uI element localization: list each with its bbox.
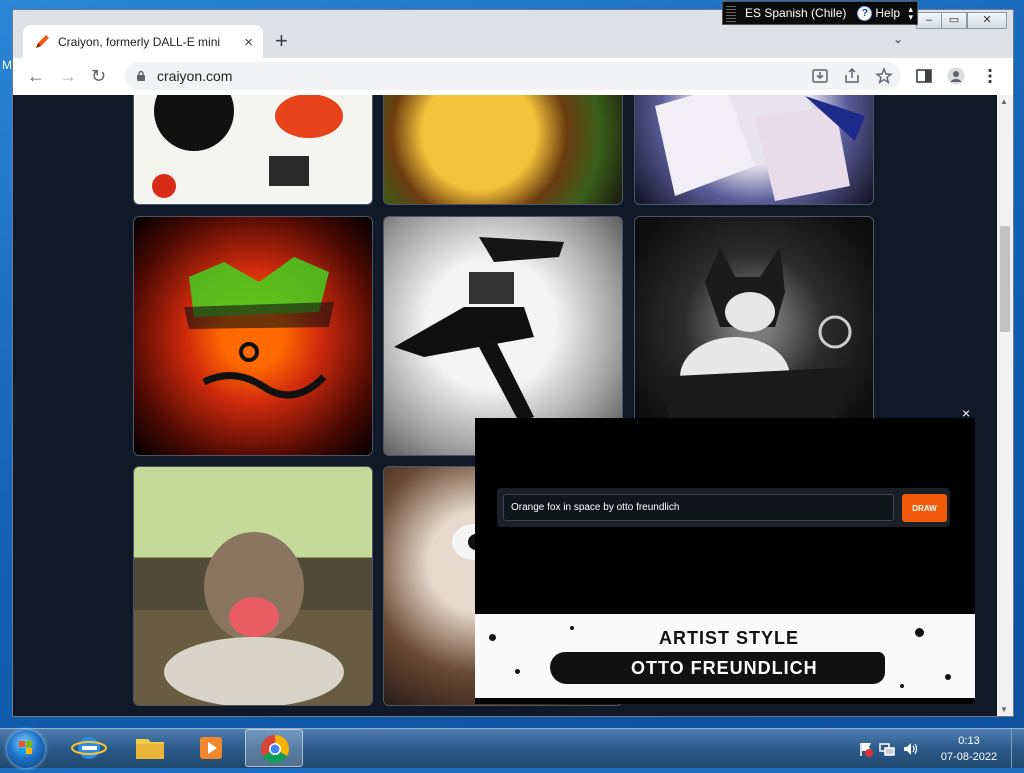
language-bar-grip[interactable] bbox=[726, 4, 736, 22]
page-scrollbar[interactable]: ▲ ▼ bbox=[997, 95, 1013, 716]
taskbar-internet-explorer[interactable] bbox=[60, 729, 118, 767]
system-tray bbox=[858, 740, 920, 763]
start-button[interactable] bbox=[7, 730, 45, 768]
tab-craiyon[interactable]: Craiyon, formerly DALL-E mini × bbox=[23, 25, 263, 59]
prompt-input[interactable] bbox=[503, 494, 894, 521]
language-bar-options-icon[interactable]: ▴ ▾ bbox=[908, 5, 913, 22]
taskbar-windows-explorer[interactable] bbox=[121, 729, 179, 767]
scrollbar-thumb[interactable] bbox=[1000, 226, 1010, 332]
action-center-flag-icon bbox=[860, 743, 873, 757]
new-tab-button[interactable]: + bbox=[275, 30, 288, 52]
help-label[interactable]: Help bbox=[875, 6, 900, 20]
graffiti-image bbox=[184, 257, 334, 399]
profile-avatar-icon[interactable] bbox=[947, 67, 965, 85]
close-tab-icon[interactable]: × bbox=[244, 34, 253, 51]
banner-line-1: ARTIST STYLE bbox=[659, 628, 800, 648]
abstract-image bbox=[655, 95, 865, 201]
language-bar[interactable]: ES Spanish (Chile) ? Help ▴ ▾ bbox=[722, 1, 918, 25]
generated-image-2[interactable] bbox=[383, 95, 623, 205]
network-icon bbox=[879, 743, 895, 756]
install-app-icon[interactable] bbox=[811, 67, 829, 85]
desktop-icon-label: M bbox=[2, 58, 12, 72]
cartoon-image bbox=[152, 95, 343, 198]
volume-icon bbox=[904, 743, 918, 755]
url-text[interactable]: craiyon.com bbox=[157, 68, 232, 84]
banner-line-2: OTTO FREUNDLICH bbox=[631, 658, 818, 678]
bookmark-star-icon[interactable] bbox=[875, 67, 893, 85]
generated-image-3[interactable] bbox=[634, 95, 874, 205]
reload-button[interactable]: ↻ bbox=[91, 67, 106, 85]
taskbar-chrome[interactable] bbox=[245, 729, 303, 767]
taskbar: 0:13 07-08-2022 bbox=[0, 728, 1024, 768]
show-desktop-button[interactable] bbox=[1011, 729, 1024, 768]
scroll-up-arrow-icon[interactable]: ▲ bbox=[1000, 97, 1008, 106]
minimize-button[interactable]: – bbox=[916, 12, 942, 29]
tab-search-icon[interactable]: ⌄ bbox=[893, 32, 903, 46]
clock-time: 0:13 bbox=[958, 735, 980, 747]
tab-title: Craiyon, formerly DALL-E mini bbox=[58, 35, 221, 49]
help-icon[interactable]: ? bbox=[857, 5, 873, 21]
restore-button[interactable]: ▭ bbox=[941, 12, 967, 29]
chrome-icon bbox=[261, 735, 289, 763]
back-button[interactable]: ← bbox=[27, 67, 45, 85]
taskbar-media-player[interactable] bbox=[182, 729, 240, 767]
dog-image bbox=[164, 532, 344, 705]
artist-style-banner: ARTIST STYLE OTTO FREUNDLICH bbox=[475, 614, 975, 698]
tray-icons bbox=[860, 743, 918, 757]
address-bar[interactable]: craiyon.com bbox=[125, 62, 901, 90]
scroll-down-arrow-icon[interactable]: ▼ bbox=[1000, 705, 1008, 714]
share-icon[interactable] bbox=[843, 67, 861, 85]
side-panel-icon[interactable] bbox=[915, 67, 933, 85]
windows-logo-icon bbox=[19, 741, 32, 754]
generated-image-7[interactable] bbox=[133, 466, 373, 706]
close-window-button[interactable]: ✕ bbox=[967, 12, 1007, 29]
draw-button[interactable]: DRAW bbox=[902, 494, 947, 522]
close-popup-button[interactable]: × bbox=[962, 405, 970, 421]
language-indicator[interactable]: ES Spanish (Chile) bbox=[745, 6, 846, 20]
video-ad-popup[interactable]: DRAW ARTIST STYLE OTTO FREUNDLICH bbox=[475, 418, 975, 704]
clock-date: 07-08-2022 bbox=[940, 751, 998, 763]
menu-kebab-icon[interactable] bbox=[981, 67, 999, 85]
prompt-bar: DRAW bbox=[497, 488, 950, 527]
media-player-icon bbox=[200, 737, 222, 759]
forward-button[interactable]: → bbox=[59, 67, 77, 85]
pencil-favicon-icon bbox=[36, 35, 49, 48]
browser-toolbar: ← → ↻ craiyon.com bbox=[13, 58, 1013, 96]
generated-image-4[interactable] bbox=[133, 216, 373, 456]
folder-icon bbox=[136, 739, 164, 759]
lock-icon[interactable] bbox=[135, 70, 147, 82]
clock[interactable]: 0:13 07-08-2022 bbox=[928, 733, 1010, 765]
internet-explorer-icon bbox=[71, 737, 107, 759]
generated-image-1[interactable] bbox=[133, 95, 373, 205]
